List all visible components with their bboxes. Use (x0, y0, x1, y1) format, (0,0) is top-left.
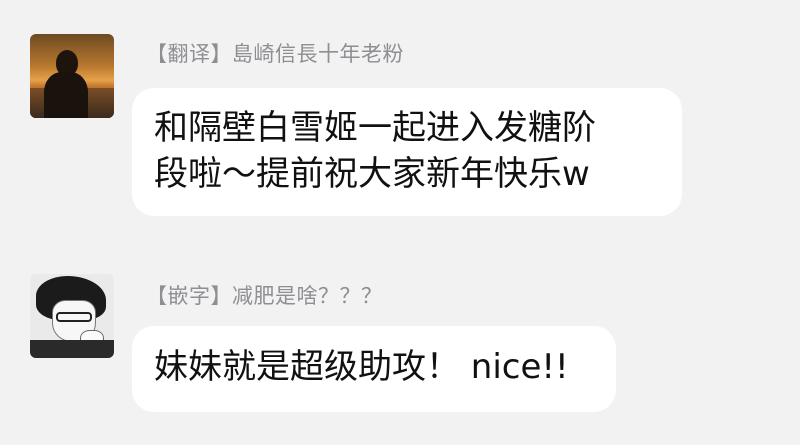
message-bubble[interactable]: 和隔壁白雪姬一起进入发糖阶 段啦～提前祝大家新年快乐w (132, 88, 682, 216)
sender-name-line[interactable]: 【翻译】島崎信長十年老粉 (146, 38, 404, 68)
message-text-line: 妹妹就是超级助攻！ nice!! (154, 347, 569, 387)
avatar-collar-shape (30, 340, 114, 358)
sender-name: 島崎信長十年老粉 (232, 42, 404, 66)
message-text-line: 段啦～提前祝大家新年快乐w (154, 154, 590, 194)
sender-role-tag: 【翻译】 (146, 42, 232, 66)
message-bubble[interactable]: 妹妹就是超级助攻！ nice!! (132, 326, 616, 412)
sender-name-line[interactable]: 【嵌字】减肥是啥？？？ (146, 280, 383, 310)
message-text-line: 和隔壁白雪姬一起进入发糖阶 (154, 108, 596, 148)
sender-role-tag: 【嵌字】 (146, 284, 232, 308)
avatar-person-body (44, 72, 88, 118)
sender-avatar[interactable] (30, 274, 114, 358)
chat-message-list: 【翻译】島崎信長十年老粉 和隔壁白雪姬一起进入发糖阶 段啦～提前祝大家新年快乐w… (0, 0, 800, 445)
avatar-glasses-shape (56, 312, 92, 322)
sender-name: 减肥是啥？？？ (232, 284, 383, 308)
sender-avatar[interactable] (30, 34, 114, 118)
